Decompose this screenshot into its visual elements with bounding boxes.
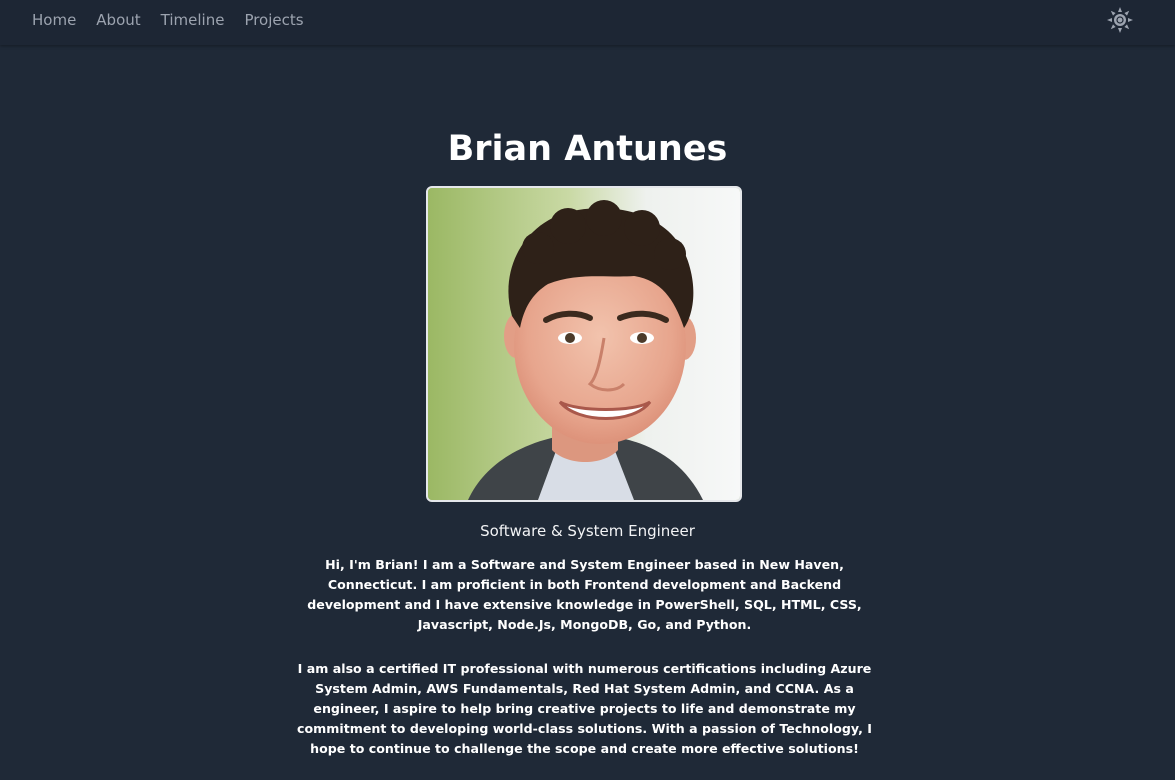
nav-projects-link[interactable]: Projects — [244, 10, 303, 30]
bio-paragraph-1: Hi, I'm Brian! I am a Software and Syste… — [307, 557, 862, 632]
nav-home-link[interactable]: Home — [32, 10, 76, 30]
nav-about-link[interactable]: About — [96, 10, 140, 30]
nav-links: Home About Timeline Projects — [32, 10, 304, 30]
top-navbar: Home About Timeline Projects — [0, 0, 1175, 45]
theme-toggle-button[interactable] — [1106, 6, 1134, 34]
bio-paragraph-2: I am also a certified IT professional wi… — [297, 661, 872, 756]
role-subtitle: Software & System Engineer — [480, 522, 695, 540]
profile-photo — [426, 186, 742, 502]
nav-timeline-link[interactable]: Timeline — [161, 10, 225, 30]
sun-icon — [1107, 7, 1133, 33]
page-title: Brian Antunes — [447, 129, 728, 169]
